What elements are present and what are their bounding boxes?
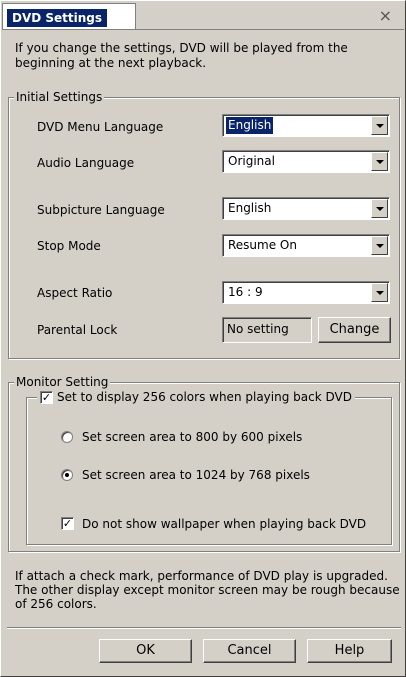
stop-mode-value: Resume On (228, 238, 297, 252)
area-1024-label: Set screen area to 1024 by 768 pixels (82, 468, 310, 482)
chevron-down-icon[interactable] (371, 116, 388, 135)
close-icon[interactable]: × (379, 6, 392, 25)
stop-mode-label: Stop Mode (37, 239, 101, 253)
title-bar: DVD Settings × (2, 2, 404, 30)
change-button[interactable]: Change (318, 317, 391, 343)
dvd-settings-dialog: DVD Settings × If you change the setting… (0, 0, 406, 677)
dvd-menu-language-value: English (224, 116, 275, 135)
chevron-down-icon[interactable] (371, 152, 388, 171)
colors-256-row[interactable]: ✓ Set to display 256 colors when playing … (37, 390, 355, 404)
area-800-label: Set screen area to 800 by 600 pixels (82, 430, 303, 444)
subpicture-language-label: Subpicture Language (37, 203, 165, 217)
audio-language-value: Original (228, 154, 275, 168)
window-title: DVD Settings (7, 9, 108, 27)
parental-lock-field: No setting (222, 317, 312, 343)
dvd-menu-language-label: DVD Menu Language (37, 120, 164, 134)
colors-256-checkbox[interactable]: ✓ (40, 391, 53, 404)
chevron-down-icon[interactable] (371, 283, 388, 302)
title-divider (2, 29, 404, 30)
footer-separator (7, 627, 401, 629)
audio-language-select[interactable]: Original (222, 150, 390, 173)
ok-button[interactable]: OK (99, 639, 192, 663)
dvd-menu-language-select[interactable]: English (222, 114, 390, 137)
chevron-down-icon[interactable] (371, 236, 388, 255)
colors-256-label: Set to display 256 colors when playing b… (57, 390, 352, 404)
parental-lock-value: No setting (227, 322, 289, 336)
initial-settings-legend: Initial Settings (14, 90, 105, 104)
area-1024-radio[interactable] (61, 469, 73, 481)
monitor-setting-legend: Monitor Setting (14, 375, 111, 389)
help-button[interactable]: Help (307, 639, 392, 663)
radio-selected-dot (65, 473, 69, 477)
title-tab: DVD Settings (2, 3, 136, 29)
performance-note: If attach a check mark, performance of D… (15, 569, 400, 611)
no-wallpaper-label: Do not show wallpaper when playing back … (82, 517, 367, 531)
area-800-radio[interactable] (61, 431, 73, 443)
cancel-button[interactable]: Cancel (203, 639, 296, 663)
intro-text: If you change the settings, DVD will be … (15, 41, 348, 70)
subpicture-language-select[interactable]: English (222, 197, 390, 220)
stop-mode-select[interactable]: Resume On (222, 234, 390, 257)
no-wallpaper-checkbox[interactable]: ✓ (61, 517, 74, 530)
subpicture-language-value: English (228, 201, 272, 215)
audio-language-label: Audio Language (37, 156, 135, 170)
aspect-ratio-select[interactable]: 16 : 9 (222, 281, 390, 304)
aspect-ratio-label: Aspect Ratio (37, 286, 113, 300)
parental-lock-label: Parental Lock (37, 323, 118, 337)
aspect-ratio-value: 16 : 9 (228, 285, 263, 299)
chevron-down-icon[interactable] (371, 199, 388, 218)
